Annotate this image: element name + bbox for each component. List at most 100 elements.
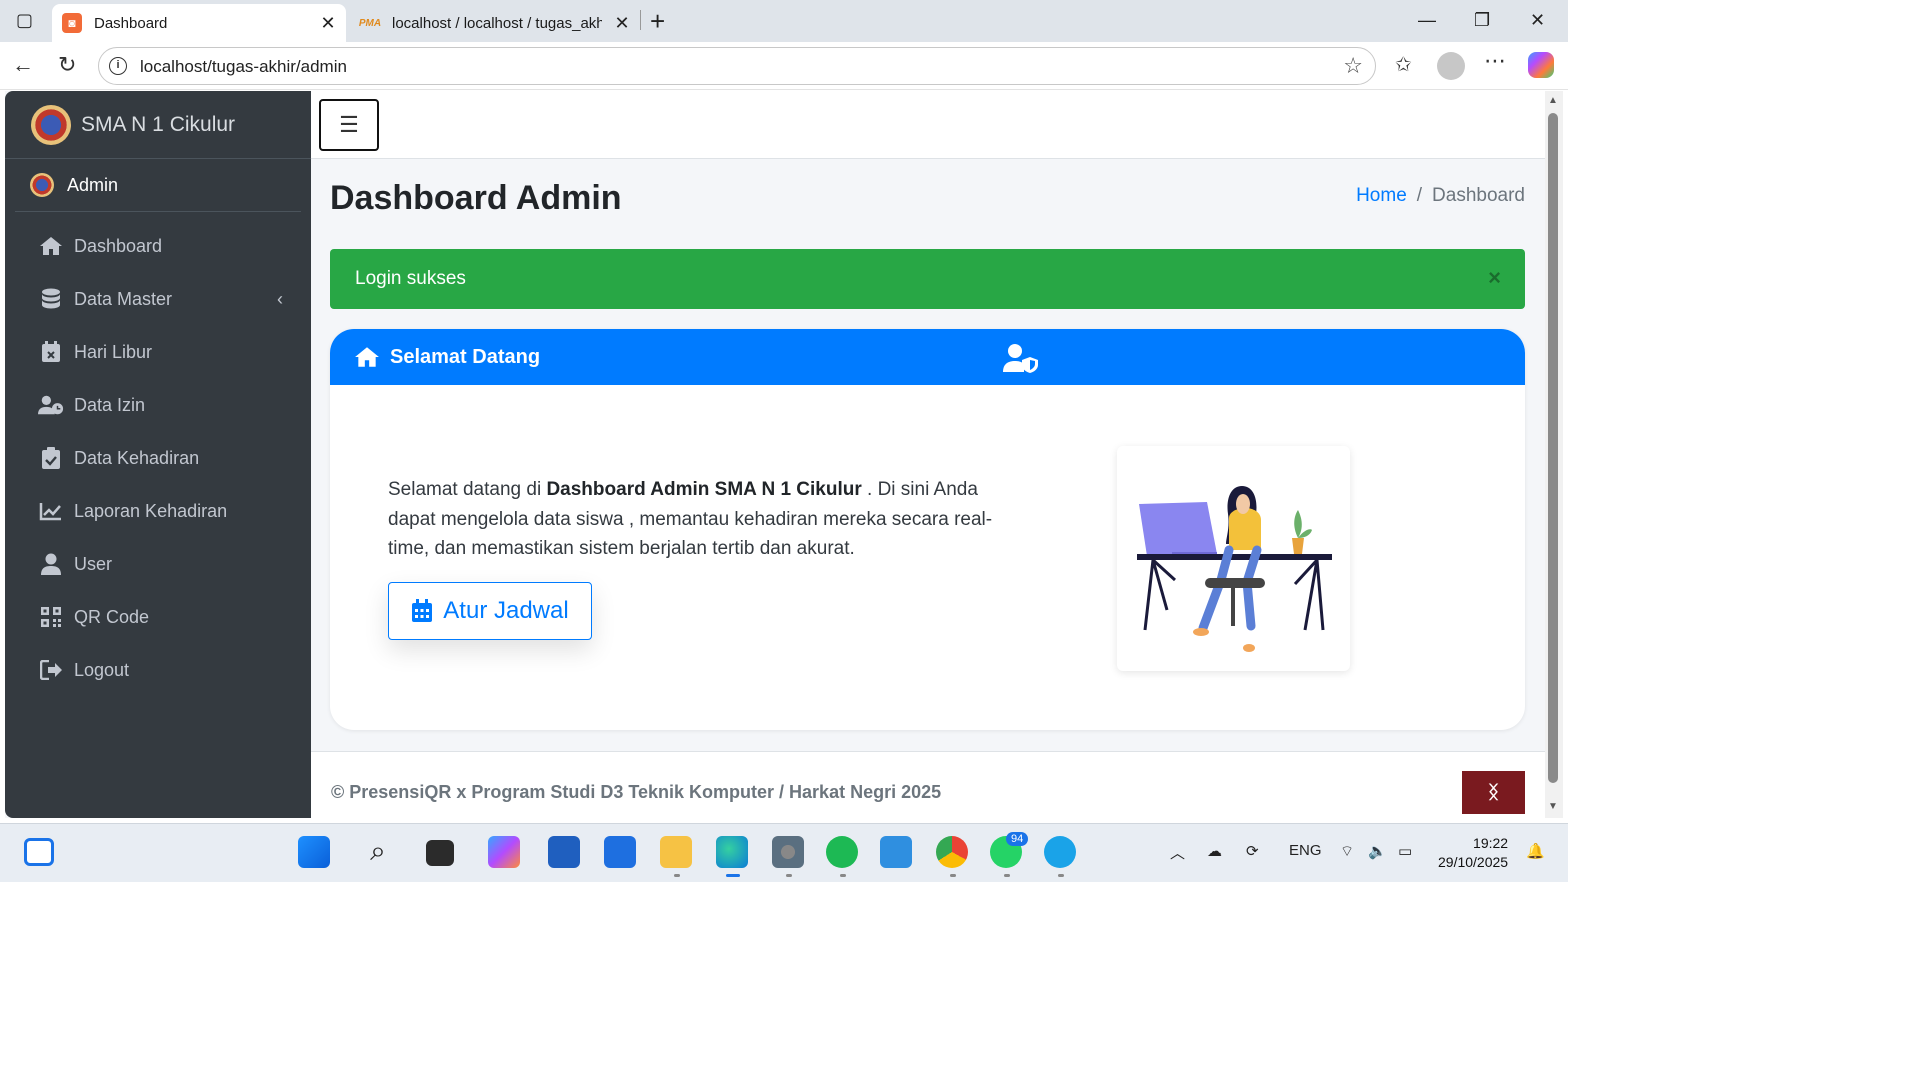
tab-title: Dashboard [94,14,168,32]
sidebar-item-label: Dashboard [74,235,163,256]
back-arrow-icon[interactable]: ← [12,52,34,78]
alert-close-button[interactable]: × [1488,265,1501,291]
clock-time: 19:22 [1473,835,1509,851]
close-icon[interactable]: ✕ [612,13,632,34]
more-options-icon[interactable]: ⋯ [1484,48,1506,74]
windows-taskbar: ⌕ 94 ︿ ☁ ⟳ ENG ⌔ 🔈 ▭ 19:22 29/10/2025 🔔 [0,823,1568,882]
success-alert: Login sukses × [330,249,1525,309]
running-indicator [786,874,792,877]
sidebar-item-data-izin[interactable]: Data Izin [15,382,301,428]
breadcrumb: Home / Dashboard [1356,185,1525,207]
sidebar-item-laporan-kehadiran[interactable]: Laporan Kehadiran [15,488,301,534]
sidebar-item-label: Laporan Kehadiran [74,500,228,521]
sidebar-item-label: User [74,553,113,574]
widgets-icon[interactable] [24,838,54,866]
welcome-prefix: Selamat datang di [388,479,547,500]
woman-at-desk-illustration [1117,446,1350,671]
sync-icon[interactable]: ⟳ [1246,842,1259,860]
vscode-icon[interactable] [880,836,912,868]
onedrive-icon[interactable]: ☁ [1207,842,1222,860]
sidebar-item-data-kehadiran[interactable]: Data Kehadiran [15,435,301,481]
footer-logo: ᛝ [1462,771,1525,814]
reload-icon[interactable]: ↻ [58,52,76,78]
calendar-icon [411,599,433,623]
site-info-icon[interactable]: i [109,57,127,75]
language-indicator[interactable]: ENG [1289,842,1322,859]
user-name: Admin [67,174,119,195]
sidebar-item-user[interactable]: User [15,541,301,587]
home-icon [38,236,64,256]
task-view-icon[interactable] [426,840,454,866]
active-indicator [726,874,740,877]
card-header: Selamat Datang [330,329,1525,385]
user-panel[interactable]: Admin [15,159,301,212]
restore-icon[interactable]: ❐ [1474,10,1490,31]
favorites-icon[interactable]: ✩ [1395,52,1412,77]
scroll-up-icon[interactable]: ▲ [1548,95,1558,106]
new-tab-icon[interactable]: + [650,6,665,37]
whatsapp-badge: 94 [1006,832,1029,846]
running-indicator [840,874,846,877]
remote-desktop-icon[interactable] [604,836,636,868]
scrollbar-thumb[interactable] [1548,113,1558,783]
system-clock[interactable]: 19:22 29/10/2025 [1438,834,1508,872]
wifi-icon[interactable]: ⌔ [1340,842,1354,861]
notification-icon[interactable]: 🔔 [1526,842,1545,860]
spotify-icon[interactable] [826,836,858,868]
running-indicator [1058,874,1064,877]
close-icon[interactable]: ✕ [318,13,338,34]
address-bar: ← ↻ i localhost/tugas-akhir/admin ☆ ✩ ⋯ [0,42,1568,90]
sidebar-item-label: QR Code [74,606,150,627]
profile-avatar[interactable] [1437,52,1465,80]
search-icon[interactable]: ⌕ [362,836,394,868]
alert-message: Login sukses [355,268,466,289]
breadcrumb-home-link[interactable]: Home [1356,185,1407,206]
top-navbar: ☰ [311,91,1545,159]
user-shield-icon [1003,343,1039,378]
page-scrollbar[interactable]: ▲ ▼ [1545,91,1563,818]
chrome-icon[interactable] [936,836,968,868]
page-footer: © PresensiQR x Program Studi D3 Teknik K… [311,751,1545,818]
footer-text: © PresensiQR x Program Studi D3 Teknik K… [331,782,942,802]
sidebar-item-label: Data Master [74,288,173,309]
microsoft-store-icon[interactable] [548,836,580,868]
sidebar-item-hari-libur[interactable]: Hari Libur [15,329,301,375]
user-clock-icon [38,394,64,416]
volume-icon[interactable]: 🔈 [1368,842,1387,860]
settings-gear-icon[interactable] [772,836,804,868]
edge-browser-icon[interactable] [716,836,748,868]
tab-actions-icon[interactable]: ▢ [16,10,33,31]
blue-app-icon[interactable] [1044,836,1076,868]
minimize-icon[interactable]: — [1418,10,1436,31]
file-explorer-icon[interactable] [660,836,692,868]
atur-jadwal-button[interactable]: Atur Jadwal [388,582,592,640]
clipboard-check-icon [38,447,64,469]
tab-dashboard[interactable]: ◙ Dashboard ✕ [52,4,346,42]
copilot-icon[interactable] [1528,52,1554,78]
battery-icon[interactable]: ▭ [1398,842,1412,860]
chevron-left-icon: ‹ [277,288,283,309]
clock-date: 29/10/2025 [1438,854,1509,870]
sidebar-item-qr-code[interactable]: QR Code [15,594,301,640]
button-label: Atur Jadwal [443,597,569,624]
copilot-app-icon[interactable] [488,836,520,868]
sidebar-item-dashboard[interactable]: Dashboard [15,223,301,269]
hamburger-icon: ☰ [339,112,359,137]
url-field[interactable]: i localhost/tugas-akhir/admin ☆ [98,47,1376,85]
welcome-card: Selamat Datang Selamat datang di Dashboa… [330,329,1525,730]
window-close-icon[interactable]: ✕ [1530,10,1545,31]
url-text[interactable]: localhost/tugas-akhir/admin [140,57,347,77]
breadcrumb-separator: / [1416,185,1423,206]
welcome-text: Selamat datang di Dashboard Admin SMA N … [388,475,1008,564]
chevron-up-icon[interactable]: ︿ [1170,842,1185,863]
brand-text: SMA N 1 Cikulur [81,112,236,136]
favorite-star-icon[interactable]: ☆ [1343,53,1363,79]
sidebar-item-logout[interactable]: Logout [15,647,301,693]
sidebar-item-data-master[interactable]: Data Master ‹ [15,276,301,322]
scroll-down-icon[interactable]: ▼ [1548,801,1558,812]
calendar-x-icon [38,341,64,363]
windows-start-icon[interactable] [298,836,330,868]
sidebar-toggle-button[interactable]: ☰ [319,99,379,151]
tab-phpmyadmin[interactable]: PMA localhost / localhost / tugas_akhir … [350,4,640,42]
brand-link[interactable]: SMA N 1 Cikulur [5,91,311,159]
